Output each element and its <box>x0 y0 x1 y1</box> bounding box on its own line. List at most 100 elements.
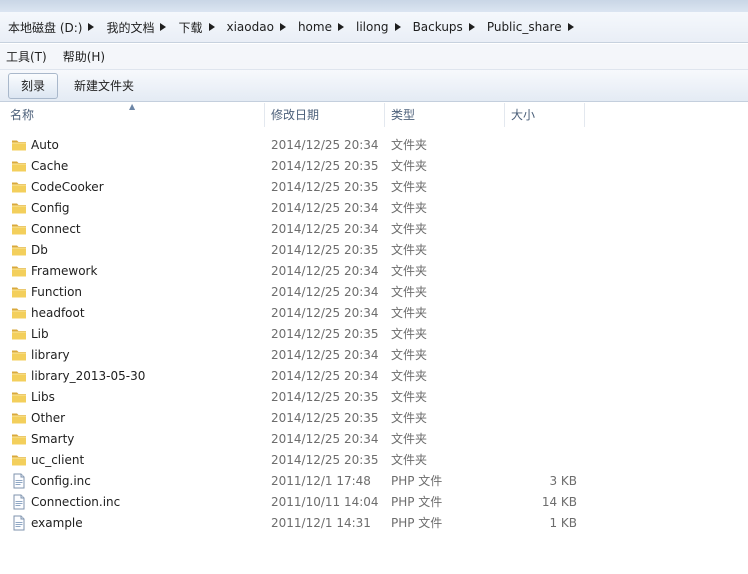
new-folder-button[interactable]: 新建文件夹 <box>62 74 146 98</box>
file-row[interactable]: Cache 2014/12/25 20:35 文件夹 <box>0 156 748 177</box>
chevron-right-icon[interactable] <box>467 20 477 34</box>
file-row[interactable]: Connect 2014/12/25 20:34 文件夹 <box>0 219 748 240</box>
chevron-right-icon[interactable] <box>278 20 288 34</box>
breadcrumb-label[interactable]: Backups <box>411 20 467 34</box>
breadcrumb-backups[interactable]: Backups <box>411 20 485 34</box>
file-name: Connection.inc <box>31 495 121 509</box>
breadcrumb-label[interactable]: 我的文档 <box>104 19 158 36</box>
file-name: example <box>31 516 83 530</box>
file-name: Connect <box>31 222 81 236</box>
breadcrumb-label[interactable]: xiaodao <box>225 20 278 34</box>
file-row[interactable]: Auto 2014/12/25 20:34 文件夹 <box>0 135 748 156</box>
file-size: 1 KB <box>549 516 577 530</box>
file-name: Function <box>31 285 83 299</box>
file-date: 2014/12/25 20:35 <box>271 453 379 467</box>
file-row[interactable]: Connection.inc 2011/10/11 14:04 PHP 文件 14 K… <box>0 492 748 513</box>
breadcrumb-downloads[interactable]: 下载 <box>176 19 224 36</box>
breadcrumb-documents[interactable]: 我的文档 <box>104 19 176 36</box>
file-name: Libs <box>31 390 55 404</box>
file-row[interactable]: Lib 2014/12/25 20:35 文件夹 <box>0 324 748 345</box>
folder-icon <box>11 410 27 426</box>
file-date: 2014/12/25 20:35 <box>271 390 379 404</box>
file-row[interactable]: library_2013-05-30 2014/12/25 20:34 文件夹 <box>0 366 748 387</box>
menu-tools[interactable]: 工具(T) <box>6 48 47 65</box>
file-date: 2014/12/25 20:35 <box>271 243 379 257</box>
breadcrumb-label[interactable]: 下载 <box>176 19 206 36</box>
file-type: 文件夹 <box>391 159 428 173</box>
chevron-right-icon[interactable] <box>207 20 217 34</box>
file-type: 文件夹 <box>391 285 428 299</box>
file-size <box>505 240 577 261</box>
file-row[interactable]: Function 2014/12/25 20:34 文件夹 <box>0 282 748 303</box>
file-date: 2014/12/25 20:35 <box>271 180 379 194</box>
chevron-right-icon[interactable] <box>393 20 403 34</box>
breadcrumb-drive[interactable]: 本地磁盘 (D:) <box>6 19 104 36</box>
file-name: Smarty <box>31 432 75 446</box>
file-size <box>505 156 577 177</box>
folder-icon <box>11 284 27 300</box>
address-bar[interactable]: 本地磁盘 (D:) 我的文档 下载 xiaodao home lilong Ba… <box>0 12 748 43</box>
file-name: Framework <box>31 264 98 278</box>
file-type: 文件夹 <box>391 390 428 404</box>
chevron-right-icon[interactable] <box>566 20 576 34</box>
menu-bar: 工具(T) 帮助(H) <box>0 44 748 70</box>
php-file-icon <box>11 515 27 531</box>
file-row[interactable]: Smarty 2014/12/25 20:34 文件夹 <box>0 429 748 450</box>
chevron-right-icon[interactable] <box>86 20 96 34</box>
file-size <box>505 219 577 240</box>
folder-icon <box>11 221 27 237</box>
file-row[interactable]: CodeCooker 2014/12/25 20:35 文件夹 <box>0 177 748 198</box>
file-name: Lib <box>31 327 49 341</box>
breadcrumb-label[interactable]: 本地磁盘 (D:) <box>6 19 86 36</box>
file-date: 2014/12/25 20:34 <box>271 138 379 152</box>
file-name: headfoot <box>31 306 85 320</box>
file-size: 3 KB <box>549 474 577 488</box>
file-name: Other <box>31 411 66 425</box>
burn-button[interactable]: 刻录 <box>8 72 59 99</box>
file-size <box>505 429 577 450</box>
folder-icon <box>11 431 27 447</box>
file-row[interactable]: Config 2014/12/25 20:34 文件夹 <box>0 198 748 219</box>
column-type[interactable]: 类型 <box>384 103 504 127</box>
file-type: 文件夹 <box>391 453 428 467</box>
file-size <box>505 450 577 471</box>
breadcrumb-label[interactable]: home <box>296 20 336 34</box>
file-row[interactable]: Config.inc 2011/12/1 17:48 PHP 文件 3 KB <box>0 471 748 492</box>
folder-icon <box>11 326 27 342</box>
file-date: 2014/12/25 20:35 <box>271 327 379 341</box>
file-date: 2014/12/25 20:34 <box>271 264 379 278</box>
column-date[interactable]: 修改日期 <box>264 103 384 127</box>
file-size <box>505 261 577 282</box>
chevron-right-icon[interactable] <box>158 20 168 34</box>
file-row[interactable]: example 2011/12/1 14:31 PHP 文件 1 KB <box>0 513 748 534</box>
breadcrumb-label[interactable]: lilong <box>354 20 393 34</box>
file-row[interactable]: Framework 2014/12/25 20:34 文件夹 <box>0 261 748 282</box>
breadcrumb-label[interactable]: Public_share <box>485 20 566 34</box>
breadcrumb-lilong[interactable]: lilong <box>354 20 411 34</box>
file-name: Db <box>31 243 48 257</box>
column-header: ▲ 名称 修改日期 类型 大小 <box>0 102 748 127</box>
file-row[interactable]: Other 2014/12/25 20:35 文件夹 <box>0 408 748 429</box>
file-date: 2011/12/1 14:31 <box>271 516 371 530</box>
file-row[interactable]: headfoot 2014/12/25 20:34 文件夹 <box>0 303 748 324</box>
file-date: 2014/12/25 20:35 <box>271 159 379 173</box>
column-divider[interactable] <box>584 103 585 127</box>
menu-help[interactable]: 帮助(H) <box>63 48 105 65</box>
column-name[interactable]: 名称 <box>0 103 264 127</box>
chevron-right-icon[interactable] <box>336 20 346 34</box>
folder-icon <box>11 158 27 174</box>
file-type: 文件夹 <box>391 222 428 236</box>
file-date: 2014/12/25 20:34 <box>271 306 379 320</box>
file-date: 2014/12/25 20:34 <box>271 432 379 446</box>
file-row[interactable]: uc_client 2014/12/25 20:35 文件夹 <box>0 450 748 471</box>
breadcrumb-public-share[interactable]: Public_share <box>485 20 584 34</box>
breadcrumb-xiaodao[interactable]: xiaodao <box>225 20 296 34</box>
file-size <box>505 282 577 303</box>
folder-icon <box>11 368 27 384</box>
column-size[interactable]: 大小 <box>504 103 584 127</box>
file-row[interactable]: library 2014/12/25 20:34 文件夹 <box>0 345 748 366</box>
file-row[interactable]: Libs 2014/12/25 20:35 文件夹 <box>0 387 748 408</box>
file-type: 文件夹 <box>391 138 428 152</box>
file-row[interactable]: Db 2014/12/25 20:35 文件夹 <box>0 240 748 261</box>
breadcrumb-home[interactable]: home <box>296 20 354 34</box>
